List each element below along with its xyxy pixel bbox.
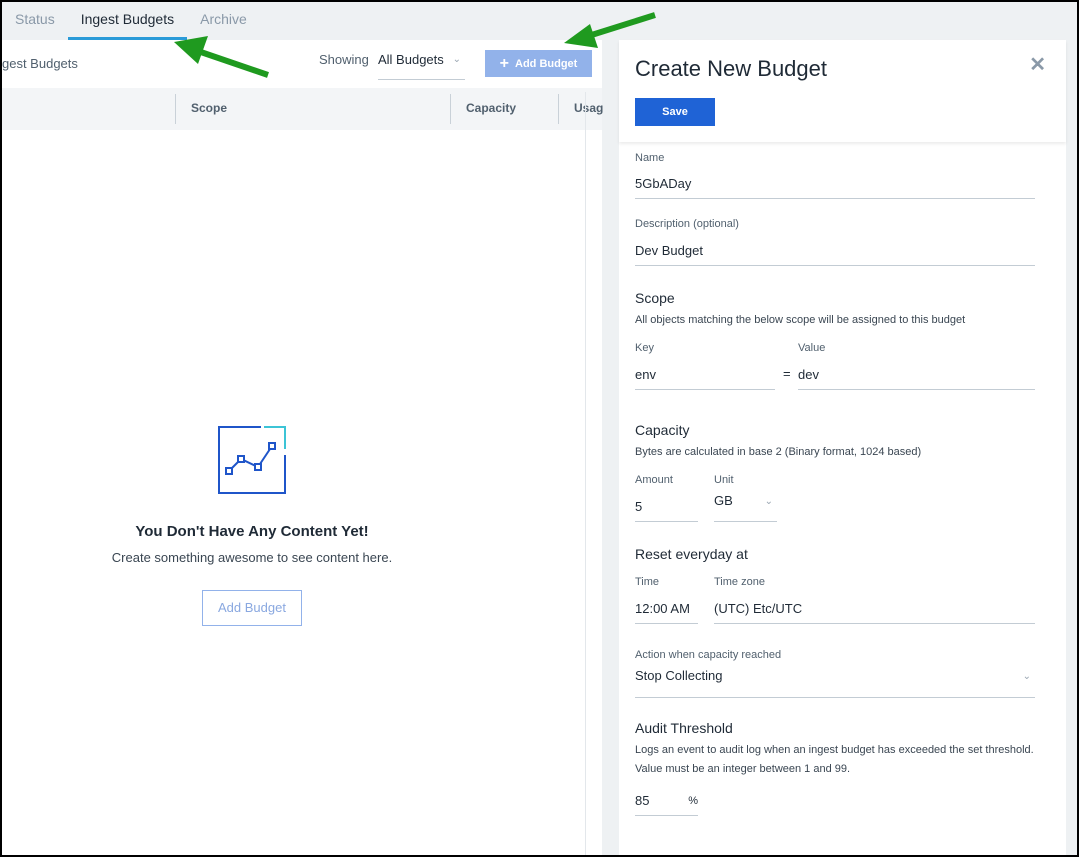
empty-title: You Don't Have Any Content Yet! — [135, 523, 369, 540]
save-button[interactable]: Save — [635, 98, 715, 126]
chevron-down-icon: ⌄ — [452, 54, 461, 65]
timezone-label: Time zone — [714, 576, 765, 588]
chart-icon — [218, 426, 286, 494]
action-select[interactable]: Stop Collecting ⌄ — [635, 665, 1035, 698]
column-usage[interactable]: Usag — [558, 94, 603, 124]
reset-title: Reset everyday at — [635, 546, 748, 562]
key-label: Key — [635, 342, 654, 354]
create-budget-panel: Create New Budget ✕ Save Name 5GbADay De… — [619, 40, 1066, 855]
description-label: Description (optional) — [635, 218, 739, 230]
timezone-input[interactable]: (UTC) Etc/UTC — [714, 598, 1035, 624]
capacity-title: Capacity — [635, 422, 690, 438]
time-input[interactable]: 12:00 AM — [635, 598, 698, 624]
tab-archive[interactable]: Archive — [187, 2, 260, 40]
chevron-down-icon: ⌄ — [1022, 671, 1031, 682]
value-label: Value — [798, 342, 826, 354]
empty-state: You Don't Have Any Content Yet! Create s… — [2, 425, 502, 626]
capacity-note: Bytes are calculated in base 2 (Binary f… — [635, 446, 922, 458]
action-value: Stop Collecting — [635, 668, 723, 683]
audit-value: 85 — [635, 793, 650, 808]
column-scope[interactable]: Scope — [175, 94, 227, 124]
unit-select[interactable]: GB ⌄ — [714, 490, 777, 522]
amount-input[interactable]: 5 — [635, 496, 698, 522]
percent-unit: % — [688, 795, 698, 807]
budget-filter-select[interactable]: All Budgets ⌄ — [378, 50, 465, 80]
add-budget-button[interactable]: + Add Budget — [485, 50, 592, 77]
tab-bar: Status Ingest Budgets Archive — [2, 2, 260, 40]
chevron-down-icon: ⌄ — [764, 496, 773, 507]
tab-status[interactable]: Status — [2, 2, 68, 40]
close-icon[interactable]: ✕ — [1029, 52, 1046, 77]
empty-subtitle: Create something awesome to see content … — [111, 550, 393, 565]
showing-label: Showing — [319, 52, 369, 67]
column-capacity[interactable]: Capacity — [450, 94, 516, 124]
name-input[interactable]: 5GbADay — [635, 173, 1035, 199]
scope-note: All objects matching the below scope wil… — [635, 314, 966, 326]
unit-value: GB — [714, 493, 733, 508]
name-label: Name — [635, 152, 665, 164]
table-header: Scope Capacity Usag — [2, 88, 603, 130]
unit-label: Unit — [714, 474, 734, 486]
amount-label: Amount — [635, 474, 673, 486]
time-label: Time — [635, 576, 660, 588]
panel-title: Create New Budget — [635, 56, 827, 81]
scrollbar-divider — [585, 92, 586, 855]
budget-list-panel: gest Budgets Showing All Budgets ⌄ + Add B… — [2, 40, 603, 855]
add-budget-label: Add Budget — [515, 57, 578, 70]
audit-threshold-input[interactable]: 85% — [635, 790, 698, 816]
action-label: Action when capacity reached — [635, 649, 782, 661]
key-input[interactable]: env — [635, 364, 775, 390]
audit-note: Logs an event to audit log when an inges… — [635, 744, 1034, 775]
audit-title: Audit Threshold — [635, 720, 733, 736]
empty-add-budget-button[interactable]: Add Budget — [202, 590, 302, 626]
scope-title: Scope — [635, 290, 675, 306]
list-title: gest Budgets — [2, 56, 78, 71]
tab-ingest-budgets[interactable]: Ingest Budgets — [67, 2, 188, 40]
value-input[interactable]: dev — [798, 364, 1035, 390]
description-input[interactable]: Dev Budget — [635, 240, 1035, 266]
equals-sign: = — [783, 366, 791, 381]
filter-value: All Budgets — [378, 52, 444, 67]
plus-icon: + — [499, 54, 509, 72]
